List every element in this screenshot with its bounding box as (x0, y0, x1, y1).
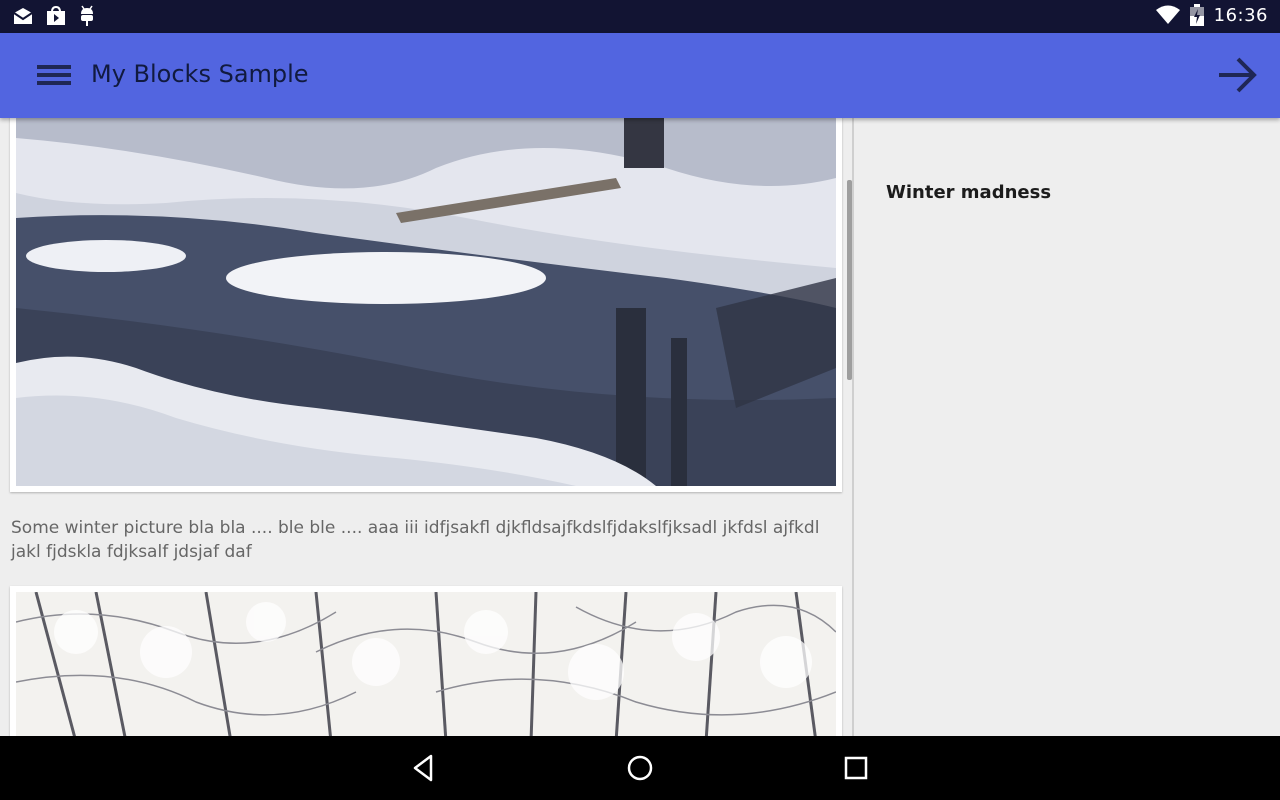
home-icon (627, 755, 653, 781)
home-button[interactable] (624, 752, 656, 784)
arrow-forward-icon (1219, 57, 1257, 93)
clock: 16:36 (1213, 4, 1268, 26)
snowy-forest-photo (16, 592, 836, 736)
navigation-menu-button[interactable] (30, 55, 78, 95)
blocks-list[interactable]: Some winter picture bla bla .... ble ble… (0, 118, 852, 736)
back-button[interactable] (409, 752, 441, 784)
back-icon (413, 754, 433, 782)
list-item-image[interactable] (10, 586, 842, 736)
detail-pane: Winter madness (854, 118, 1280, 736)
battery-charging-icon (1189, 4, 1204, 26)
app-title: My Blocks Sample (91, 60, 309, 88)
notification-icons (12, 5, 96, 27)
forward-button[interactable] (1214, 53, 1262, 97)
list-item-caption: Some winter picture bla bla .... ble ble… (11, 518, 820, 562)
frozen-river-photo (16, 118, 836, 486)
detail-title: Winter madness (886, 182, 1052, 203)
app-toolbar: My Blocks Sample (0, 33, 1280, 118)
android-debug-icon (81, 5, 93, 26)
status-bar: 16:36 (0, 0, 1280, 33)
wifi-icon (1155, 5, 1180, 24)
system-navigation-bar (0, 736, 1280, 800)
recents-button[interactable] (840, 752, 872, 784)
list-item-image[interactable] (10, 118, 842, 492)
mail-icon (13, 8, 33, 24)
store-bag-icon (47, 6, 65, 25)
system-icons: 16:36 (1155, 4, 1268, 26)
hamburger-menu-icon (37, 65, 71, 85)
recents-icon (844, 756, 868, 780)
